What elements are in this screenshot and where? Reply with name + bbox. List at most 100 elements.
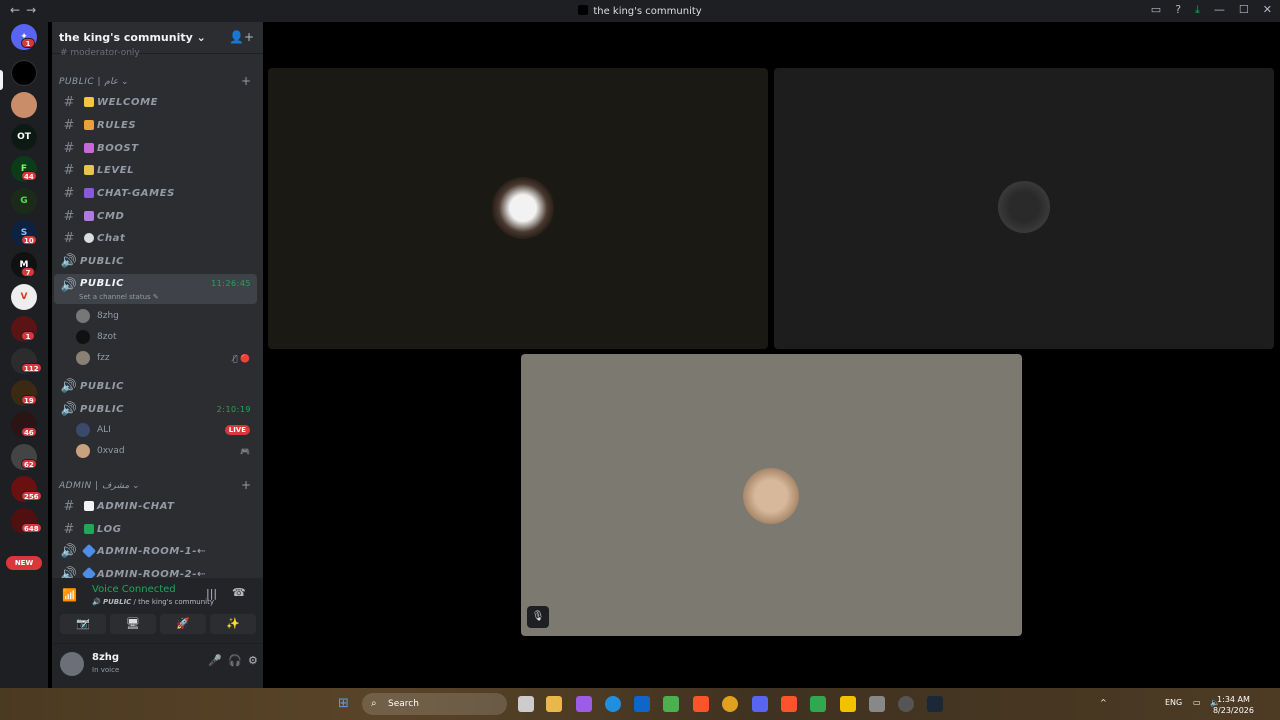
server-badge: 648 bbox=[21, 523, 42, 533]
help-icon[interactable]: ? bbox=[1175, 3, 1181, 17]
server-icon-kings[interactable] bbox=[11, 60, 37, 86]
edge-icon[interactable] bbox=[605, 696, 621, 712]
add-channel-icon[interactable]: + bbox=[241, 478, 251, 492]
voice-channel-admin-room-1[interactable]: 🔊 ADMIN-ROOM-1-⇠ bbox=[54, 541, 257, 561]
soundboard-button[interactable]: ✨ bbox=[210, 614, 256, 634]
server-icon-2[interactable] bbox=[11, 92, 37, 118]
disconnect-icon[interactable]: ☎ bbox=[232, 586, 246, 599]
signal-icon[interactable]: 📶 bbox=[62, 588, 77, 602]
noise-suppression-icon[interactable]: ||| bbox=[206, 587, 217, 600]
server-badge: 44 bbox=[21, 171, 37, 181]
hash-icon: # bbox=[63, 140, 75, 156]
voice-user[interactable]: 8zot bbox=[76, 328, 256, 346]
category-admin[interactable]: ADMIN | مشرف ⌄ bbox=[59, 481, 140, 491]
voice-user[interactable]: 8zhg bbox=[76, 307, 256, 325]
invite-icon[interactable]: 👤+ bbox=[229, 30, 254, 44]
server-badge: 10 bbox=[21, 235, 37, 245]
activities-button[interactable]: 🚀 bbox=[160, 614, 206, 634]
m365-icon[interactable] bbox=[576, 696, 592, 712]
channel-cmd[interactable]: # CMD bbox=[54, 206, 257, 226]
speaker-lock-icon: 🔊 bbox=[60, 543, 78, 559]
voice-user[interactable]: fzz 🎙̸ 🔴 bbox=[76, 349, 256, 367]
channel-log[interactable]: # LOG bbox=[54, 519, 257, 539]
app-icon[interactable] bbox=[840, 696, 856, 712]
video-tile-2[interactable] bbox=[774, 68, 1274, 349]
hash-icon: # bbox=[63, 521, 75, 537]
server-name[interactable]: the king's community ⌄ bbox=[59, 31, 206, 44]
voice-channel-public-3[interactable]: 🔊 PUBLIC bbox=[54, 376, 257, 396]
speaker-icon: 🔊 bbox=[60, 401, 78, 417]
chrome-icon[interactable] bbox=[722, 696, 738, 712]
voice-channel-public-1[interactable]: 🔊 PUBLIC bbox=[54, 251, 257, 271]
title-bar: ←→ the king's community ▭ ? ⤓ — ☐ ✕ bbox=[0, 0, 1280, 22]
speech-bubble-icon bbox=[84, 233, 94, 243]
channel-status-prompt[interactable]: Set a channel status ✎ bbox=[79, 293, 159, 301]
voice-connected-label[interactable]: Voice Connected bbox=[92, 584, 176, 595]
channel-sidebar: the king's community ⌄ 👤+ # moderator-on… bbox=[52, 22, 263, 688]
outlook-icon[interactable] bbox=[634, 696, 650, 712]
channel-level[interactable]: # LEVEL bbox=[54, 160, 257, 180]
speaker-icon: 🔊 bbox=[60, 278, 78, 293]
hash-icon: # bbox=[63, 498, 75, 514]
brave-icon[interactable] bbox=[693, 696, 709, 712]
voice-channel-path[interactable]: 🔊 PUBLIC / the king's community bbox=[92, 598, 214, 606]
windows-start-icon[interactable]: ⊞ bbox=[338, 697, 352, 711]
channel-admin-chat[interactable]: # ADMIN-CHAT bbox=[54, 496, 257, 516]
home-badge: 1 bbox=[21, 38, 35, 48]
channel-chat-games[interactable]: # CHAT-GAMES bbox=[54, 183, 257, 203]
video-tile-3[interactable]: 🎙 bbox=[521, 354, 1022, 636]
app-icon[interactable] bbox=[810, 696, 826, 712]
camera-button[interactable]: 📷̸ bbox=[60, 614, 106, 634]
check-icon bbox=[84, 524, 94, 534]
server-badge: 1 bbox=[21, 331, 35, 341]
channel-chat[interactable]: # Chat bbox=[54, 228, 257, 248]
taskbar-clock[interactable]: 1:34 AM 8/23/2026 bbox=[1213, 694, 1254, 716]
headphones-icon[interactable]: 🎧 bbox=[228, 654, 242, 667]
brave-icon[interactable] bbox=[781, 696, 797, 712]
server-icon-5[interactable]: G bbox=[11, 188, 37, 214]
voice-user[interactable]: 0xvad 🎮 bbox=[76, 442, 256, 460]
active-server-pill bbox=[0, 70, 3, 90]
file-explorer-icon[interactable] bbox=[546, 696, 562, 712]
tray-chevron-icon[interactable]: ^ bbox=[1100, 698, 1107, 707]
add-channel-icon[interactable]: + bbox=[241, 74, 251, 88]
user-avatar[interactable] bbox=[60, 652, 84, 676]
taskbar-search[interactable]: ⌕ Search bbox=[362, 693, 507, 715]
language-indicator[interactable]: ENG bbox=[1165, 698, 1182, 707]
participant-avatar bbox=[998, 181, 1050, 233]
video-tile-1[interactable] bbox=[268, 68, 768, 349]
avatar bbox=[76, 351, 90, 365]
task-view-icon[interactable] bbox=[518, 696, 534, 712]
channel-partial[interactable]: # moderator-only bbox=[60, 48, 140, 58]
network-icon[interactable]: ▭ bbox=[1193, 698, 1201, 707]
participant-avatar bbox=[492, 177, 554, 239]
app-icon[interactable] bbox=[898, 696, 914, 712]
server-icon-8[interactable]: V bbox=[11, 284, 37, 310]
discord-taskbar-icon[interactable] bbox=[752, 696, 768, 712]
close-button[interactable]: ✕ bbox=[1263, 3, 1272, 17]
voice-channel-public-4[interactable]: 🔊 PUBLIC 2:10:19 bbox=[54, 399, 257, 419]
microphone-icon[interactable]: 🎤 bbox=[208, 654, 222, 667]
channel-boost[interactable]: # BOOST bbox=[54, 138, 257, 158]
server-badge: 46 bbox=[21, 427, 37, 437]
voice-channel-public-active[interactable]: 🔊 PUBLIC 11:26:45 Set a channel status ✎ bbox=[54, 274, 257, 304]
download-icon[interactable]: ⤓ bbox=[1195, 3, 1200, 17]
document-icon bbox=[84, 501, 94, 511]
voice-user[interactable]: ALI LIVE bbox=[76, 421, 256, 439]
bot-icon bbox=[84, 211, 94, 221]
screen-share-button[interactable]: 🖥 bbox=[110, 614, 156, 634]
channel-welcome[interactable]: # WELCOME bbox=[54, 92, 257, 112]
category-public[interactable]: PUBLIC | عام ⌄ bbox=[59, 77, 129, 87]
app-icon[interactable] bbox=[869, 696, 885, 712]
channel-rules[interactable]: # RULES bbox=[54, 115, 257, 135]
new-badge[interactable]: NEW bbox=[6, 556, 42, 570]
maximize-button[interactable]: ☐ bbox=[1239, 3, 1249, 17]
minimize-button[interactable]: — bbox=[1214, 3, 1225, 17]
server-badge: 256 bbox=[21, 491, 42, 501]
store-icon[interactable] bbox=[663, 696, 679, 712]
inbox-icon[interactable]: ▭ bbox=[1151, 3, 1161, 17]
server-icon-ot[interactable]: OT bbox=[11, 124, 37, 150]
settings-gear-icon[interactable]: ⚙ bbox=[248, 654, 258, 667]
steam-icon[interactable] bbox=[927, 696, 943, 712]
user-name[interactable]: 8zhg bbox=[92, 652, 119, 663]
